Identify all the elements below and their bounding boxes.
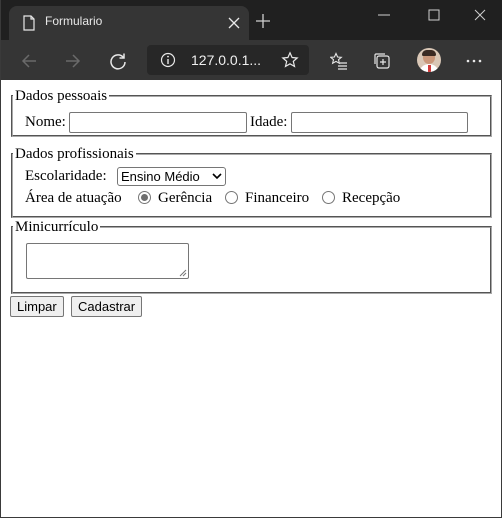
area-atuacao-label: Área de atuação — [25, 190, 122, 206]
idade-input[interactable] — [291, 112, 468, 133]
nome-label: Nome: — [25, 114, 66, 130]
refresh-icon[interactable] — [109, 52, 127, 70]
profile-avatar[interactable] — [417, 48, 441, 72]
radio-gerencia[interactable] — [138, 191, 151, 204]
radio-recepcao[interactable] — [322, 191, 335, 204]
site-info-icon[interactable] — [160, 52, 176, 68]
escolaridade-selected-value: Ensino Médio — [121, 169, 200, 184]
legend-dados-pessoais: Dados pessoais — [15, 88, 108, 104]
browser-window: Formulario 127.0.0.1... Dados pessoais N… — [0, 0, 502, 518]
back-arrow-icon[interactable] — [20, 52, 38, 70]
minicurriculo-textarea[interactable] — [26, 243, 189, 279]
tab-title: Formulario — [45, 14, 103, 28]
favorites-list-icon[interactable] — [330, 52, 348, 70]
limpar-button[interactable]: Limpar — [10, 296, 64, 317]
escolaridade-select[interactable]: Ensino Médio — [117, 167, 226, 186]
more-options-icon[interactable] — [465, 52, 483, 70]
forward-arrow-icon[interactable] — [64, 52, 82, 70]
radio-financeiro[interactable] — [225, 191, 238, 204]
nome-input[interactable] — [69, 112, 247, 133]
browser-tab[interactable]: Formulario — [9, 6, 249, 40]
minimize-icon[interactable] — [377, 8, 391, 22]
collections-icon[interactable] — [373, 52, 391, 70]
page-icon — [23, 15, 35, 31]
legend-minicurriculo: Minicurrículo — [15, 219, 99, 235]
favorite-star-icon[interactable] — [281, 51, 299, 69]
close-window-icon[interactable] — [473, 8, 487, 22]
radio-label-financeiro: Financeiro — [245, 190, 310, 206]
close-tab-icon[interactable] — [227, 16, 241, 30]
maximize-icon[interactable] — [427, 8, 441, 22]
radio-label-recepcao: Recepção — [342, 190, 401, 206]
idade-label: Idade: — [250, 114, 288, 130]
title-bar: Formulario — [1, 0, 502, 40]
escolaridade-label: Escolaridade: — [25, 168, 107, 184]
new-tab-icon[interactable] — [255, 13, 271, 29]
chevron-down-icon — [212, 173, 222, 180]
cadastrar-button[interactable]: Cadastrar — [71, 296, 143, 317]
address-bar[interactable]: 127.0.0.1... — [147, 45, 309, 75]
url-text[interactable]: 127.0.0.1... — [191, 52, 261, 68]
legend-dados-profissionais: Dados profissionais — [15, 146, 134, 162]
radio-label-gerencia: Gerência — [158, 190, 213, 206]
resize-grip-icon[interactable] — [179, 269, 187, 277]
